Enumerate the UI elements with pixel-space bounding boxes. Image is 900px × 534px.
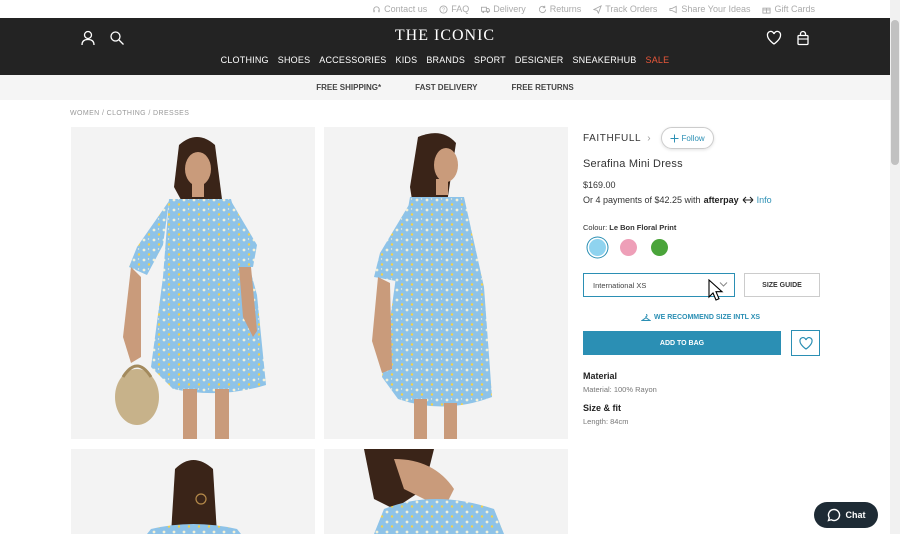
afterpay-logo: afterpay [703,195,739,205]
heart-icon [798,336,813,350]
delivery-label: Delivery [493,4,526,14]
add-to-wishlist-button[interactable] [791,330,820,356]
shopping-bag-icon[interactable] [795,30,811,46]
track-orders-link[interactable]: Track Orders [593,4,657,14]
afterpay-arrows-icon [742,196,753,204]
promo-bar: FREE SHIPPING* FAST DELIVERY FREE RETURN… [0,75,890,100]
promo-fast-delivery[interactable]: FAST DELIVERY [415,83,477,92]
returns-link[interactable]: Returns [538,4,582,14]
product-title: Serafina Mini Dress [583,158,683,170]
faq-link[interactable]: ? FAQ [439,4,469,14]
product-photo-detail[interactable] [324,449,568,534]
gift-cards-link[interactable]: Gift Cards [762,4,815,14]
promo-free-shipping[interactable]: FREE SHIPPING* [316,83,381,92]
utility-bar: Contact us ? FAQ Delivery Returns Track … [0,0,890,18]
add-to-bag-button[interactable]: ADD TO BAG [583,331,781,355]
size-fit-text: Length: 84cm [583,417,629,426]
breadcrumb[interactable]: WOMEN / CLOTHING / DRESSES [70,110,189,117]
site-header: THE ICONIC CLOTHING SHOES ACCESSORIES KI… [0,18,890,75]
scrollbar-track[interactable] [890,0,900,534]
product-photo-side[interactable] [324,127,568,439]
nav-sale[interactable]: SALE [646,55,670,65]
headset-icon [373,5,380,12]
nav-accessories[interactable]: ACCESSORIES [319,55,386,65]
nav-sport[interactable]: SPORT [474,55,506,65]
chat-bubble-icon [826,508,840,522]
track-orders-label: Track Orders [605,4,658,14]
site-logo[interactable]: THE ICONIC [0,27,890,45]
size-recommendation[interactable]: WE RECOMMEND SIZE INTL XS [641,313,760,322]
chat-button[interactable]: Chat [814,502,878,528]
nav-shoes[interactable]: SHOES [278,55,311,65]
size-fit-heading: Size & fit [583,403,622,413]
brand-name[interactable]: FAITHFULL [583,133,641,144]
gift-icon [762,7,772,14]
megaphone-icon [669,5,678,13]
nav-kids[interactable]: KIDS [396,55,418,65]
swatch-blue[interactable] [589,239,606,256]
contact-us-label: Contact us [384,4,428,14]
share-ideas-label: Share Your Ideas [681,4,751,14]
mouse-cursor-icon [708,279,724,301]
nav-clothing[interactable]: CLOTHING [221,55,269,65]
follow-button[interactable]: Follow [660,127,714,149]
material-heading: Material [583,371,618,381]
svg-text:?: ? [442,7,445,13]
truck-icon [481,6,491,13]
chevron-right-icon: › [647,132,651,144]
main-nav: CLOTHING SHOES ACCESSORIES KIDS BRANDS S… [0,55,890,65]
contact-us-link[interactable]: Contact us [372,4,427,14]
promo-free-returns[interactable]: FREE RETURNS [512,83,574,92]
product-photo-front[interactable] [71,127,315,439]
plus-icon [670,134,679,142]
afterpay-info-link[interactable]: Info [757,195,772,205]
follow-label: Follow [681,133,705,143]
colour-label-prefix: Colour: [583,223,608,232]
gift-cards-label: Gift Cards [774,4,815,14]
swatch-pink[interactable] [620,239,637,256]
returns-icon [538,5,546,13]
afterpay-line: Or 4 payments of $42.25 with afterpay In… [583,195,772,205]
size-recommendation-label: WE RECOMMEND SIZE INTL XS [654,314,761,321]
scrollbar-thumb[interactable] [891,20,899,165]
share-ideas-link[interactable]: Share Your Ideas [669,4,750,14]
size-select-value: International XS [593,280,647,290]
wishlist-heart-icon[interactable] [766,30,782,46]
product-price: $169.00 [583,180,616,190]
question-icon: ? [439,4,448,14]
faq-label: FAQ [451,4,470,14]
delivery-link[interactable]: Delivery [481,4,526,14]
returns-label: Returns [549,4,582,14]
material-text: Material: 100% Rayon [583,385,657,394]
afterpay-text: Or 4 payments of $42.25 with [583,195,701,205]
nav-designer[interactable]: DESIGNER [515,55,564,65]
hanger-icon [641,314,651,321]
arrow-icon [593,4,603,14]
size-guide-button[interactable]: SIZE GUIDE [744,273,820,297]
brand-row: FAITHFULL › Follow [583,127,714,149]
swatch-green[interactable] [651,239,668,256]
chat-label: Chat [845,510,866,520]
nav-sneakerhub[interactable]: SNEAKERHUB [572,55,636,65]
product-photo-back[interactable] [71,449,315,534]
nav-brands[interactable]: BRANDS [426,55,465,65]
colour-label: Colour: Le Bon Floral Print [583,223,676,232]
colour-value: Le Bon Floral Print [609,223,677,232]
